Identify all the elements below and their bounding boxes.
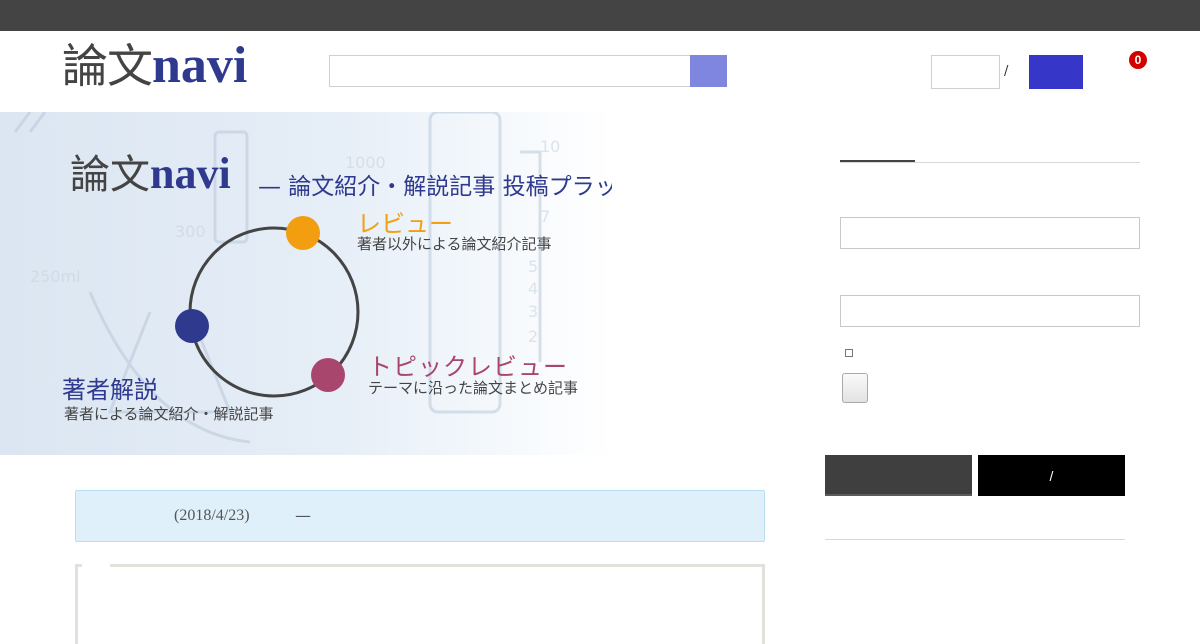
content-panel-tab [82, 564, 110, 568]
search-box [329, 55, 727, 87]
sidebar-button-highlight [825, 494, 972, 496]
sidebar-tab-active[interactable] [840, 160, 915, 162]
topic-review-subtitle: テーマに沿った論文まとめ記事 [368, 379, 579, 397]
notice-dash: — [295, 506, 311, 525]
logo-kanji: 論文 [62, 39, 153, 93]
sidebar-password-field[interactable] [840, 295, 1140, 327]
top-bar [0, 0, 1200, 31]
sidebar-submit-button[interactable] [842, 373, 868, 403]
notification-badge[interactable]: 0 [1129, 51, 1147, 69]
content-panel [75, 564, 765, 644]
sidebar-dark-button[interactable] [825, 455, 972, 496]
notice-date: (2018/4/23) [174, 507, 250, 524]
author-commentary-subtitle: 著者による論文紹介・解説記事 [64, 405, 274, 423]
author-commentary-dot [175, 309, 209, 343]
notice-box: (2018/4/23) — [75, 490, 765, 542]
sidebar-tab-underline [840, 162, 1140, 163]
login-button[interactable] [1029, 55, 1083, 89]
author-commentary-title: 著者解説 [62, 376, 158, 404]
search-input[interactable] [330, 56, 688, 86]
login-field[interactable] [931, 55, 1000, 89]
site-logo[interactable]: 論文navi [62, 40, 247, 92]
hero-banner[interactable]: 1000 10 7 5 4 3 2 300 250ml 論文navi — 論文紹… [0, 112, 612, 455]
logo-latin: navi [152, 37, 248, 94]
remember-checkbox[interactable] [845, 349, 853, 357]
review-subtitle: 著者以外による論文紹介記事 [357, 235, 552, 253]
sidebar-divider [825, 539, 1125, 540]
sidebar-username-field[interactable] [840, 217, 1140, 249]
review-dot [286, 216, 320, 250]
sidebar-black-button[interactable]: / [978, 455, 1125, 496]
topic-review-dot [311, 358, 345, 392]
search-button[interactable] [690, 55, 727, 87]
login-separator: / [1004, 64, 1009, 79]
